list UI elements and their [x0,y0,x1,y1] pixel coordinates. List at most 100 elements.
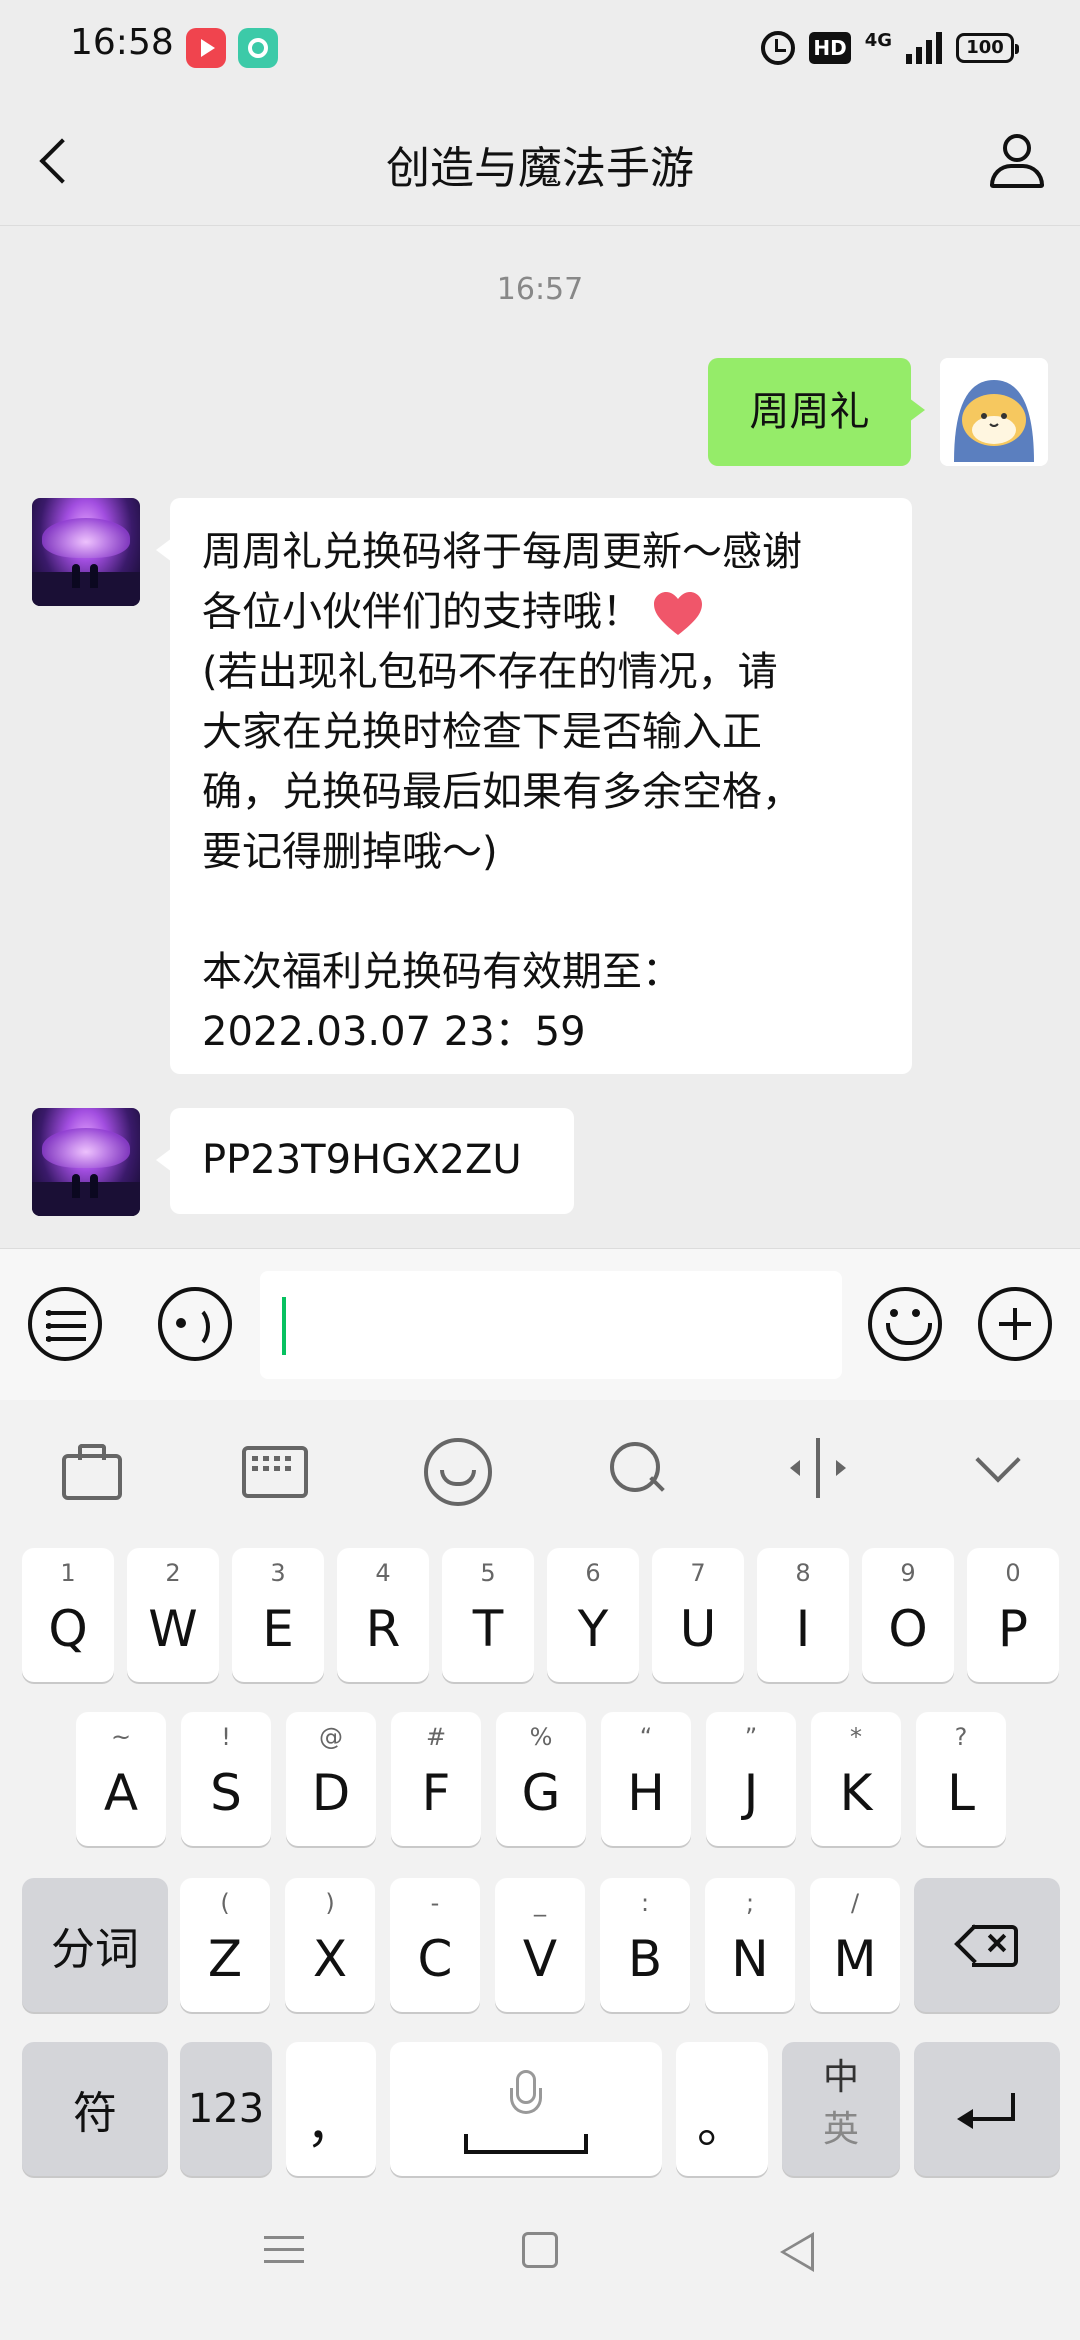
key-v[interactable]: _ V [495,1878,585,2012]
status-time: 16:58 [70,22,174,63]
key-label: A [103,1764,139,1822]
message-line: 要记得删掉哦～) [202,829,498,875]
emoji-icon[interactable] [868,1287,942,1361]
key-g[interactable]: % G [496,1712,586,1846]
key-q[interactable]: 1Q [22,1548,114,1682]
key-secondary-label: 1 [60,1559,76,1587]
key-secondary-label: : [640,1889,650,1917]
key-label: Y [577,1600,609,1658]
key-label: H [627,1764,665,1822]
key-o[interactable]: 9O [862,1548,954,1682]
key-label: Z [207,1930,243,1988]
key-label: V [522,1930,558,1988]
key-k[interactable]: * K [811,1712,901,1846]
key-a[interactable]: ~ A [76,1712,166,1846]
my-avatar[interactable] [940,358,1048,466]
keyboard-emoji-icon[interactable] [424,1438,492,1506]
message-line: 周周礼兑换码将于每周更新～感谢 [202,529,802,575]
message-timestamp: 16:57 [496,272,584,307]
cursor-move-right-icon [836,1460,846,1476]
key-x[interactable]: ) X [285,1878,375,2012]
key-t[interactable]: 5T [442,1548,534,1682]
key-label: S [210,1764,242,1822]
key-l[interactable]: ? L [916,1712,1006,1846]
enter-icon [957,2089,1017,2129]
voice-input-icon[interactable] [158,1287,232,1361]
key-secondary-label: 2 [165,1559,181,1587]
key-m[interactable]: / M [810,1878,900,2012]
home-icon[interactable] [522,2232,558,2268]
key-y[interactable]: 6Y [547,1548,639,1682]
game-account-avatar[interactable] [32,1108,140,1216]
key-f[interactable]: # F [391,1712,481,1846]
game-account-avatar[interactable] [32,498,140,606]
toolbox-icon[interactable] [60,1438,122,1500]
incoming-message-bubble[interactable]: 周周礼兑换码将于每周更新～感谢 各位小伙伴们的支持哦！ (若出现礼包码不存在的情… [156,498,912,1074]
space-key[interactable] [390,2042,662,2176]
more-plus-icon[interactable] [978,1287,1052,1361]
key-secondary-label: / [850,1889,860,1917]
chevron-down-icon[interactable] [970,1438,1030,1498]
key-d[interactable]: @ D [286,1712,376,1846]
key-j[interactable]: ” J [706,1712,796,1846]
message-line: 本次福利兑换码有效期至： [202,949,682,995]
key-p[interactable]: 0P [967,1548,1059,1682]
key-secondary-label: ” [744,1723,758,1751]
key-label: N [731,1930,769,1988]
message-input[interactable] [260,1271,842,1379]
key-label: G [521,1764,561,1822]
key-secondary-label: ; [745,1889,755,1917]
outgoing-message-bubble[interactable]: 周周礼 [708,358,925,466]
key-e[interactable]: 3E [232,1548,324,1682]
key-secondary-label: 7 [690,1559,706,1587]
key-z[interactable]: (Z [180,1878,270,2012]
key-secondary-label: ( [220,1889,230,1917]
chat-title: 创造与魔法手游 [386,143,694,194]
enter-key[interactable] [914,2042,1060,2176]
key-label: F [421,1764,451,1822]
key-secondary-label: 0 [1005,1559,1021,1587]
number-key[interactable]: 123 [180,2042,272,2176]
key-c[interactable]: -C [390,1878,480,2012]
key-secondary-label: ~ [110,1723,132,1751]
nav-back-icon[interactable] [780,2232,814,2272]
heart-icon [654,592,702,635]
language-switch-key[interactable]: 中 英 [782,2042,900,2176]
menu-list-icon[interactable] [28,1287,102,1361]
keyboard-layout-icon[interactable] [242,1438,308,1498]
key-r[interactable]: 4R [337,1548,429,1682]
key-label: M [833,1930,877,1988]
key-label: U [679,1600,717,1658]
space-icon [464,2134,588,2154]
key-secondary-label: @ [319,1723,343,1751]
key-label: D [311,1764,351,1822]
key-n[interactable]: ; N [705,1878,795,2012]
signal-icon [906,32,942,64]
camera-app-icon [238,28,278,68]
text-cursor [282,1297,286,1355]
user-profile-icon[interactable] [988,134,1046,190]
comma-key[interactable]: ， [286,2042,376,2176]
search-icon[interactable] [606,1438,666,1498]
key-u[interactable]: 7U [652,1548,744,1682]
redeem-code-bubble[interactable]: PP23T9HGX2ZU [156,1108,574,1214]
period-key[interactable]: 。 [676,2042,768,2176]
hamster-avatar-icon [940,358,1048,466]
key-secondary-label: 4 [375,1559,391,1587]
hd-badge: HD [809,32,851,64]
backspace-icon [956,1925,1018,1967]
key-secondary-label: ! [221,1723,231,1751]
key-secondary-label: ? [954,1723,968,1751]
backspace-key[interactable] [914,1878,1060,2012]
recent-apps-icon[interactable] [264,2230,304,2270]
segment-key[interactable]: 分词 [22,1878,168,2012]
video-app-icon [186,28,226,68]
symbol-key[interactable]: 符 [22,2042,168,2176]
key-i[interactable]: 8I [757,1548,849,1682]
key-label: K [839,1764,873,1822]
key-w[interactable]: 2W [127,1548,219,1682]
key-b[interactable]: :B [600,1878,690,2012]
key-s[interactable]: ! S [181,1712,271,1846]
key-secondary-label: ) [325,1889,335,1917]
key-h[interactable]: “H [601,1712,691,1846]
